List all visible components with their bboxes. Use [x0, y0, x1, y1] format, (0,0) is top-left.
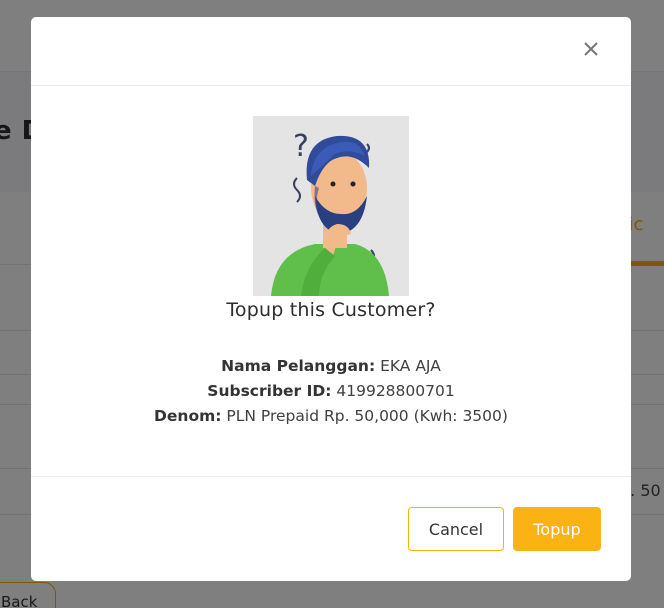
subscriber-id-label: Subscriber ID:	[207, 382, 332, 400]
modal-body: ? Topup this Customer? Nama Pelanggan: E…	[31, 86, 631, 476]
topup-details: Nama Pelanggan: EKA AJA Subscriber ID: 4…	[31, 354, 631, 429]
modal-title: Topup this Customer?	[226, 299, 436, 321]
denom-line: Denom: PLN Prepaid Rp. 50,000 (Kwh: 3500…	[31, 404, 631, 429]
customer-name-value: EKA AJA	[380, 357, 441, 375]
close-icon	[584, 42, 598, 56]
modal-header	[31, 17, 631, 86]
denom-label: Denom:	[154, 407, 222, 425]
topup-button[interactable]: Topup	[513, 507, 601, 551]
thinking-man-illustration: ?	[253, 116, 409, 296]
close-button[interactable]	[575, 33, 607, 65]
customer-name-line: Nama Pelanggan: EKA AJA	[31, 354, 631, 379]
cancel-button[interactable]: Cancel	[408, 507, 504, 551]
modal-footer: Cancel Topup	[31, 476, 631, 581]
confirm-topup-modal: ? Topup this Customer? Nama Pelanggan: E…	[31, 17, 631, 581]
svg-text:?: ?	[293, 129, 309, 164]
denom-value: PLN Prepaid Rp. 50,000 (Kwh: 3500)	[226, 407, 508, 425]
customer-name-label: Nama Pelanggan:	[221, 357, 376, 375]
subscriber-id-value: 419928800701	[336, 382, 455, 400]
subscriber-id-line: Subscriber ID: 419928800701	[31, 379, 631, 404]
